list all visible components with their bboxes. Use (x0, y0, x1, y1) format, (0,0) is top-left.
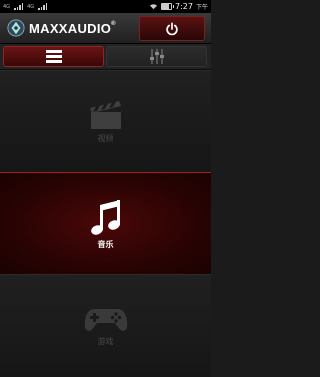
signal-icon (14, 3, 24, 10)
clock: 7:27 (175, 2, 193, 11)
power-icon (166, 22, 178, 35)
clock-ampm: 下午 (195, 4, 208, 11)
tab-list[interactable] (3, 46, 104, 67)
mode-video[interactable]: 视频 (0, 70, 211, 173)
status-bar: 4G 4G 7:27 下午 (0, 0, 211, 13)
list-icon (45, 50, 62, 63)
wifi-icon (150, 4, 158, 10)
brand-title: MAXXAUDIO® (29, 21, 116, 36)
signal-icon-2 (38, 3, 48, 10)
brand-text: MAXXAUDIO (29, 21, 112, 36)
mode-label-video: 视频 (97, 134, 114, 143)
maxxaudio-logo-icon (7, 19, 25, 37)
mode-music[interactable]: 音乐 (0, 172, 211, 275)
network-type-1: 4G (3, 3, 11, 10)
gamepad-icon (84, 309, 127, 331)
tab-equalizer[interactable] (106, 46, 207, 67)
mode-game[interactable]: 游戏 (0, 274, 211, 377)
trademark: ® (111, 21, 116, 27)
power-button[interactable] (139, 16, 205, 41)
mode-label-music: 音乐 (97, 239, 114, 249)
music-note-icon (90, 199, 120, 235)
app-header: MAXXAUDIO® (0, 13, 211, 44)
network-type-2: 4G (27, 3, 35, 10)
sliders-icon (149, 49, 164, 64)
battery-icon (161, 3, 175, 10)
mode-label-game: 游戏 (97, 337, 114, 346)
view-tabs (0, 44, 211, 70)
clapperboard-icon (89, 101, 121, 129)
